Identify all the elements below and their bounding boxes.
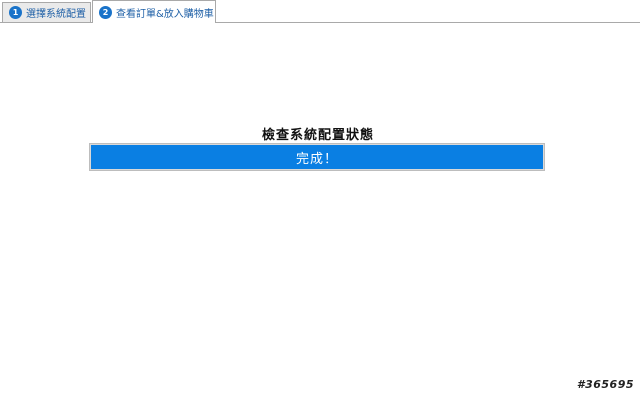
tab-label: 選擇系統配置 — [26, 9, 86, 20]
status-message: 完成！ — [295, 151, 338, 167]
step-tab-bar: 1 選擇系統配置 2 查看訂單&放入購物車 — [0, 0, 640, 23]
step-number-icon: 1 — [9, 6, 22, 19]
status-progress-bar: 完成！ — [89, 143, 545, 171]
tab-view-order-add-to-cart[interactable]: 2 查看訂單&放入購物車 — [92, 0, 216, 23]
step-number-icon: 2 — [99, 5, 112, 19]
tab-label: 查看訂單&放入購物車 — [116, 8, 214, 20]
tab-select-configuration[interactable]: 1 選擇系統配置 — [2, 2, 91, 22]
status-title: 檢查系統配置狀態 — [261, 128, 374, 143]
status-progress-fill: 完成！ — [91, 145, 543, 169]
page: 1 選擇系統配置 2 查看訂單&放入購物車 檢查系統配置狀態 完成！ #3656… — [0, 0, 640, 394]
corner-id-label: #365695 — [576, 378, 634, 391]
